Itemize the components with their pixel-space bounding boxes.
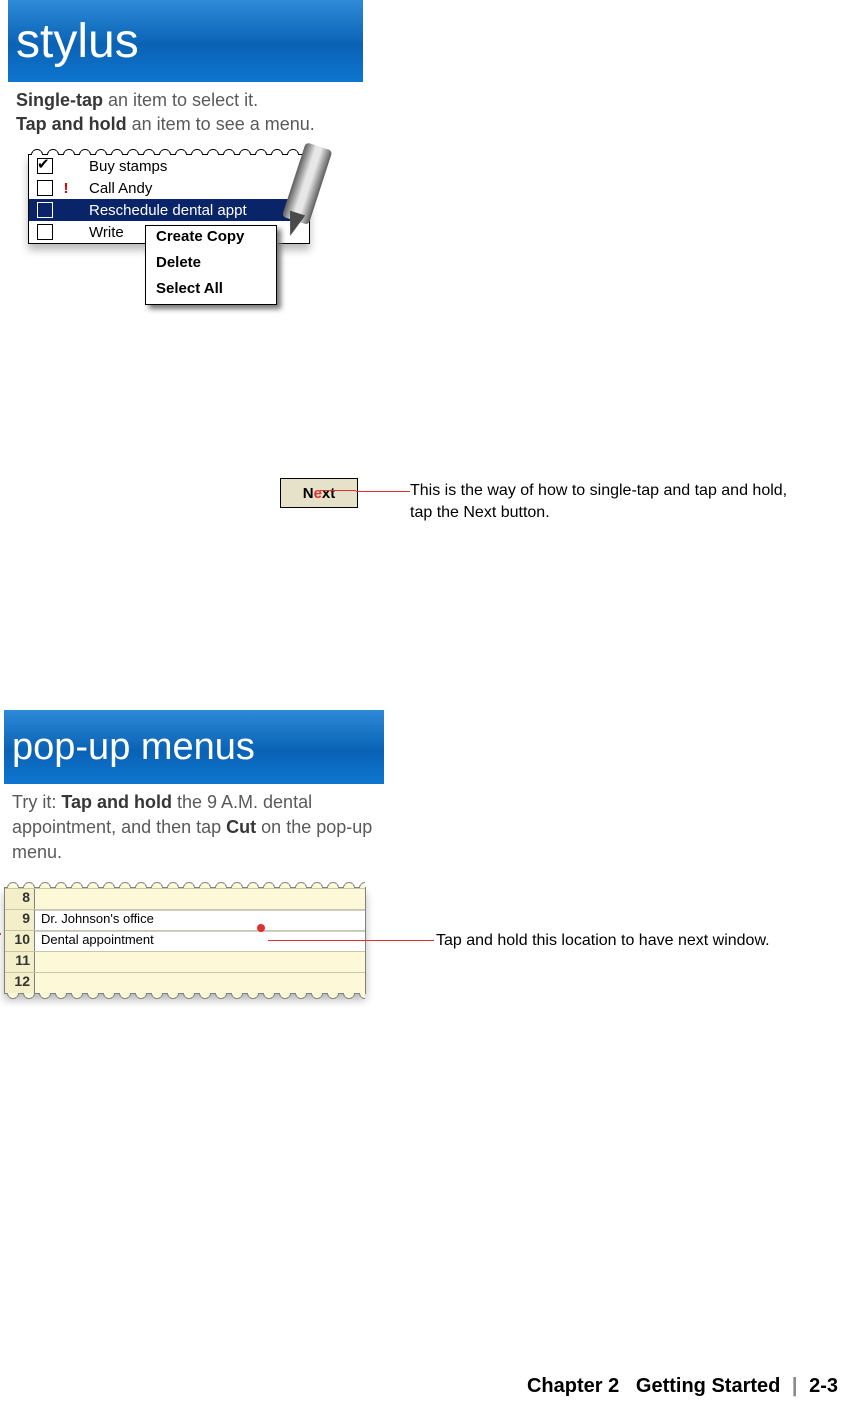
calendar-row[interactable]: 9 Dr. Johnson's office	[5, 909, 365, 930]
callout-line-icon	[356, 491, 410, 492]
context-menu-item[interactable]: Select All	[146, 278, 276, 304]
recurrence-icon	[0, 922, 1, 948]
checkbox-icon[interactable]	[37, 180, 53, 196]
next-annotation: This is the way of how to single-tap and…	[410, 480, 802, 524]
task-text: Call Andy	[89, 180, 309, 197]
callout-line-icon	[268, 940, 434, 941]
next-button-wrapper: Next	[280, 478, 358, 508]
stylus-banner-text: stylus	[16, 14, 139, 69]
calendar-hour: 9	[5, 910, 35, 930]
priority-icon: !	[61, 180, 71, 197]
context-menu-item[interactable]: Create Copy	[146, 226, 276, 252]
context-menu[interactable]: Create Copy Delete Select All	[145, 225, 277, 305]
calendar-annotation: Tap and hold this location to have next …	[436, 932, 836, 950]
checkbox-icon[interactable]	[37, 224, 53, 240]
stylus-caption: Single-tap an item to select it. Tap and…	[16, 88, 359, 136]
popup-caption: Try it: Tap and hold the 9 A.M. dental a…	[12, 790, 380, 865]
task-text: Reschedule dental appt	[89, 202, 309, 219]
calendar-appointment	[35, 973, 365, 993]
footer-title: Getting Started	[636, 1375, 780, 1397]
calendar-appointment	[35, 889, 365, 909]
calendar-hour: 11	[5, 952, 35, 972]
checkbox-icon[interactable]	[37, 158, 53, 174]
calendar-appointment: Dental appointment	[35, 931, 365, 951]
checkbox-icon[interactable]	[37, 202, 53, 218]
figure-stylus: stylus Single-tap an item to select it. …	[8, 0, 363, 244]
task-list[interactable]: Buy stamps ! Call Andy Reschedule dental…	[28, 154, 310, 244]
footer-chapter: Chapter 2	[527, 1375, 619, 1397]
figure-popup-menus: pop-up menus Try it: Tap and hold the 9 …	[4, 710, 384, 994]
calendar-appointment: Dr. Johnson's office	[35, 910, 365, 930]
task-row[interactable]: Buy stamps	[29, 155, 309, 177]
next-button[interactable]: Next	[280, 478, 358, 508]
calendar-row[interactable]: 11	[5, 951, 365, 972]
task-row[interactable]: ! Call Andy	[29, 177, 309, 199]
page-footer: Chapter 2 Getting Started | 2-3	[527, 1375, 838, 1398]
calendar-hour: 12	[5, 973, 35, 993]
calendar-appointment	[35, 952, 365, 972]
calendar-row[interactable]: 8	[5, 888, 365, 909]
calendar-hour: 10	[5, 931, 35, 951]
red-dot-icon: e	[314, 485, 322, 502]
footer-page: 2-3	[809, 1375, 838, 1397]
calendar-row[interactable]: 12	[5, 972, 365, 993]
calendar-hour: 8	[5, 889, 35, 909]
popup-banner-text: pop-up menus	[12, 726, 255, 769]
task-row-selected[interactable]: Reschedule dental appt	[29, 199, 309, 221]
task-text: Buy stamps	[89, 158, 309, 175]
popup-banner: pop-up menus	[4, 710, 384, 784]
red-dot-icon	[257, 924, 265, 932]
stylus-banner: stylus	[8, 0, 363, 82]
footer-separator-icon: |	[792, 1375, 798, 1397]
context-menu-item[interactable]: Delete	[146, 252, 276, 278]
